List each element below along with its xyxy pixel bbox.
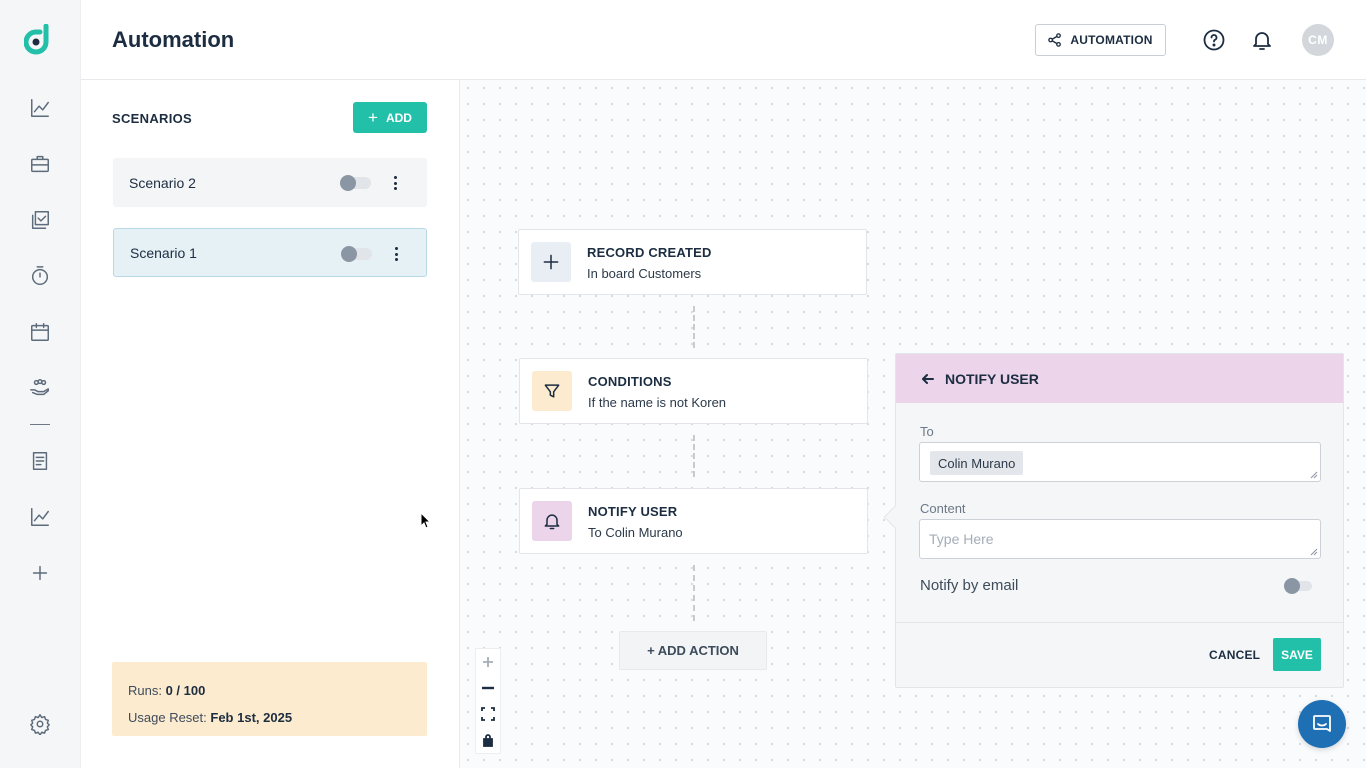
to-label: To bbox=[920, 424, 934, 439]
add-action-button[interactable]: + ADD ACTION bbox=[619, 631, 767, 670]
nav-reports-icon[interactable] bbox=[28, 505, 52, 529]
nav-settings-icon[interactable] bbox=[28, 712, 52, 736]
notify-user-panel: NOTIFY USER To Colin Murano Content Type… bbox=[883, 353, 1344, 688]
nav-add-icon[interactable] bbox=[28, 561, 52, 585]
content-field[interactable]: Type Here bbox=[919, 519, 1321, 559]
scenario-name: Scenario 2 bbox=[129, 174, 196, 191]
app-logo-icon[interactable] bbox=[24, 24, 56, 58]
filter-icon bbox=[532, 371, 572, 411]
zoom-in-icon[interactable] bbox=[476, 649, 500, 675]
node-title: NOTIFY USER bbox=[588, 504, 678, 519]
user-avatar[interactable]: CM bbox=[1302, 24, 1334, 56]
usage-reset-line: Usage Reset: Feb 1st, 2025 bbox=[128, 710, 293, 725]
back-arrow-icon[interactable] bbox=[921, 372, 935, 386]
recipient-chip[interactable]: Colin Murano bbox=[930, 451, 1024, 475]
flow-canvas[interactable]: RECORD CREATED In board Customers CONDIT… bbox=[460, 80, 1366, 768]
flow-connector bbox=[693, 435, 695, 477]
add-scenario-label: ADD bbox=[385, 110, 412, 125]
to-field[interactable]: Colin Murano bbox=[919, 442, 1321, 482]
scenarios-panel: SCENARIOS + ADD Scenario 2 Scenario 1 Ru… bbox=[81, 80, 460, 768]
scenario-item[interactable]: Scenario 2 bbox=[113, 158, 427, 207]
notify-email-toggle[interactable] bbox=[1284, 578, 1312, 594]
notify-panel-title: NOTIFY USER bbox=[945, 370, 1039, 387]
node-title: RECORD CREATED bbox=[587, 245, 712, 260]
nav-briefcase-icon[interactable] bbox=[28, 152, 52, 176]
flow-node-conditions[interactable]: CONDITIONS If the name is not Koren bbox=[519, 358, 868, 424]
notifications-bell-icon[interactable] bbox=[1250, 28, 1274, 52]
automation-button[interactable]: AUTOMATION bbox=[1035, 24, 1166, 56]
flow-node-trigger[interactable]: RECORD CREATED In board Customers bbox=[518, 229, 867, 295]
node-subtitle: If the name is not Koren bbox=[588, 395, 727, 410]
help-icon[interactable] bbox=[1202, 28, 1226, 52]
scenario-toggle[interactable] bbox=[341, 246, 372, 262]
resize-handle-icon[interactable] bbox=[1310, 471, 1318, 479]
nav-analytics-icon[interactable] bbox=[28, 96, 52, 120]
notify-panel-header: NOTIFY USER bbox=[896, 354, 1343, 403]
chat-icon bbox=[1313, 715, 1331, 732]
save-button[interactable]: SAVE bbox=[1273, 638, 1321, 671]
nav-calendar-icon[interactable] bbox=[28, 320, 52, 344]
scenario-toggle[interactable] bbox=[340, 175, 371, 191]
cancel-button[interactable]: CANCEL bbox=[1209, 648, 1260, 662]
runs-value: 0 / 100 bbox=[165, 683, 206, 698]
mouse-cursor-icon bbox=[420, 512, 432, 529]
nav-tasks-icon[interactable] bbox=[28, 208, 52, 232]
nav-team-icon[interactable] bbox=[28, 376, 52, 400]
runs-line: Runs: 0 / 100 bbox=[128, 683, 206, 698]
node-title: CONDITIONS bbox=[588, 374, 672, 389]
flow-connector bbox=[693, 565, 695, 621]
scenarios-title: SCENARIOS bbox=[112, 111, 192, 126]
chat-support-button[interactable] bbox=[1298, 700, 1346, 748]
nav-rail bbox=[0, 0, 81, 768]
zoom-controls bbox=[475, 648, 501, 754]
zoom-out-icon[interactable] bbox=[476, 675, 500, 701]
lock-icon[interactable] bbox=[476, 727, 500, 753]
plus-icon: + bbox=[368, 108, 378, 127]
nav-timer-icon[interactable] bbox=[28, 264, 52, 288]
more-options-icon[interactable] bbox=[389, 174, 401, 192]
usage-reset-value: Feb 1st, 2025 bbox=[210, 710, 293, 725]
flow-node-notify[interactable]: NOTIFY USER To Colin Murano bbox=[519, 488, 868, 554]
content-placeholder: Type Here bbox=[929, 531, 994, 547]
notify-email-label: Notify by email bbox=[920, 577, 1019, 594]
scenario-item-selected[interactable]: Scenario 1 bbox=[113, 228, 427, 277]
scenario-name: Scenario 1 bbox=[130, 244, 197, 261]
bell-icon bbox=[532, 501, 572, 541]
plus-icon bbox=[531, 242, 571, 282]
resize-handle-icon[interactable] bbox=[1310, 548, 1318, 556]
fit-view-icon[interactable] bbox=[476, 701, 500, 727]
usage-box: Runs: 0 / 100 Usage Reset: Feb 1st, 2025 bbox=[112, 662, 427, 736]
node-subtitle: In board Customers bbox=[587, 266, 702, 281]
more-options-icon[interactable] bbox=[390, 245, 402, 263]
top-header: Automation AUTOMATION CM bbox=[81, 0, 1366, 80]
nav-document-icon[interactable] bbox=[28, 449, 52, 473]
share-nodes-icon bbox=[1048, 33, 1062, 47]
flow-connector bbox=[693, 306, 695, 348]
page-title: Automation bbox=[112, 27, 235, 52]
node-subtitle: To Colin Murano bbox=[588, 525, 683, 540]
automation-button-label: AUTOMATION bbox=[1070, 33, 1153, 47]
nav-divider bbox=[30, 424, 50, 425]
add-scenario-button[interactable]: + ADD bbox=[353, 102, 427, 133]
content-label: Content bbox=[920, 501, 966, 516]
